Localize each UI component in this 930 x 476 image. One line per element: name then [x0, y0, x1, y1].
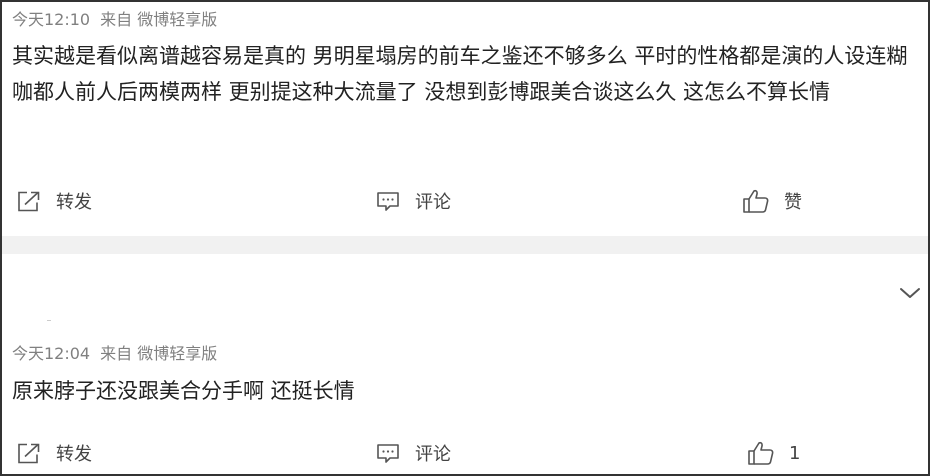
separator: [2, 236, 928, 254]
comment-label: 评论: [415, 444, 451, 465]
like-label: 赞: [784, 192, 802, 213]
divider-mark: [47, 320, 51, 321]
comment-text: 原来脖子还没跟美合分手啊 还挺长情: [12, 379, 355, 403]
like-button[interactable]: 1: [747, 438, 800, 468]
thumbs-up-icon: [748, 441, 774, 465]
share-icon: [18, 443, 40, 464]
action-bar: 转发 评论 1: [2, 438, 928, 468]
share-button[interactable]: 转发: [16, 186, 92, 216]
comment-meta: 今天12:04 来自 微博轻享版: [12, 344, 217, 364]
comment-icon: [377, 192, 399, 211]
comment-text: 其实越是看似离谱越容易是真的 男明星塌房的前车之鉴还不够多么 平时的性格都是演的…: [12, 44, 908, 104]
comment-icon: [377, 444, 399, 463]
share-icon: [18, 191, 40, 212]
share-label: 转发: [56, 444, 92, 465]
chevron-down-icon: [900, 288, 920, 298]
share-label: 转发: [56, 192, 92, 213]
action-bar: 转发 评论 赞: [2, 186, 928, 216]
like-count: 1: [789, 442, 801, 464]
share-button[interactable]: 转发: [16, 438, 92, 468]
weibo-comment-list: 今天12:10 来自 微博轻享版 其实越是看似离谱越容易是真的 男明星塌房的前车之…: [0, 0, 930, 476]
comment-label: 评论: [415, 192, 451, 213]
thumbs-up-icon: [743, 189, 769, 213]
comment-button[interactable]: 评论: [375, 186, 451, 216]
comment-source: 来自 微博轻享版: [100, 344, 218, 363]
fold-button[interactable]: [898, 284, 922, 302]
comment-time: 今天12:04: [12, 344, 91, 363]
comment-button[interactable]: 评论: [375, 438, 451, 468]
comment-meta: 今天12:10 来自 微博轻享版: [12, 10, 217, 30]
like-button[interactable]: 赞: [742, 186, 802, 216]
comment-time: 今天12:10: [12, 10, 91, 29]
comment-source: 来自 微博轻享版: [100, 10, 218, 29]
